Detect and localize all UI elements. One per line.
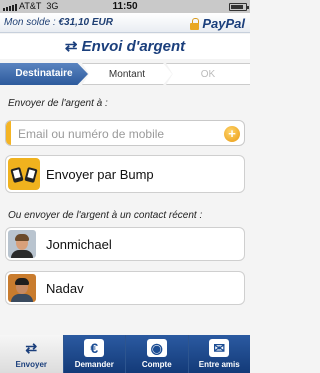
send-arrows-icon: ⇄: [64, 38, 78, 55]
battery-icon: [229, 3, 249, 11]
contact-name: Nadav: [46, 281, 84, 296]
tab-entre-amis[interactable]: ✉ Entre amis: [187, 335, 251, 373]
recipient-field: +: [5, 120, 245, 146]
recent-section-label: Ou envoyer de l'argent à un contact réce…: [8, 210, 203, 221]
tab-label: Entre amis: [198, 360, 240, 369]
bump-button[interactable]: Envoyer par Bump: [5, 155, 245, 193]
field-accent-strip: [6, 121, 11, 145]
account-person-icon: ◉: [146, 339, 167, 357]
send-section-label: Envoyer de l'argent à :: [8, 98, 108, 109]
avatar: [8, 274, 36, 302]
tab-destinataire[interactable]: Destinataire: [0, 63, 88, 85]
bump-label: Envoyer par Bump: [46, 167, 154, 182]
status-time: 11:50: [112, 1, 138, 12]
tab-montant[interactable]: Montant: [82, 63, 172, 85]
tab-envoyer[interactable]: ⇄ Envoyer: [0, 335, 63, 373]
tab-demander[interactable]: € Demander: [62, 335, 126, 373]
tab-label: Compte: [141, 360, 172, 369]
contact-item[interactable]: Jonmichael: [5, 227, 245, 261]
title-bar: ⇄ Envoi d'argent: [0, 34, 250, 59]
avatar: [8, 230, 36, 258]
balance-label: Mon solde :: [4, 17, 56, 28]
balance-value: €31,10 EUR: [58, 17, 113, 28]
euro-request-icon: €: [84, 339, 105, 357]
step-tabs: OK Montant Destinataire: [0, 63, 250, 85]
tab-label: Demander: [74, 360, 114, 369]
tab-compte[interactable]: ◉ Compte: [125, 335, 188, 373]
page-title: ⇄ Envoi d'argent: [65, 38, 185, 55]
paypal-logo: PayPal: [190, 16, 245, 31]
recipient-input[interactable]: [18, 125, 218, 143]
tab-label: Envoyer: [15, 360, 48, 369]
page-title-text: Envoi d'argent: [81, 38, 186, 55]
contact-name: Jonmichael: [46, 237, 112, 252]
lock-icon: [190, 17, 200, 30]
balance-bar: Mon solde : €31,10 EUR PayPal: [0, 13, 250, 33]
brand-name: PayPal: [202, 16, 245, 31]
contact-item[interactable]: Nadav: [5, 271, 245, 305]
friends-icon: ✉: [209, 339, 230, 357]
balance: Mon solde : €31,10 EUR: [4, 17, 113, 28]
add-contact-button[interactable]: +: [224, 126, 240, 142]
send-arrows-icon: ⇄: [25, 340, 38, 356]
bottom-tab-bar: ⇄ Envoyer € Demander ◉ Compte ✉ Entre am…: [0, 335, 250, 373]
bump-icon: [8, 158, 40, 190]
status-bar: AT&T 3G 11:50: [0, 0, 250, 13]
tab-ok[interactable]: OK: [166, 63, 250, 85]
